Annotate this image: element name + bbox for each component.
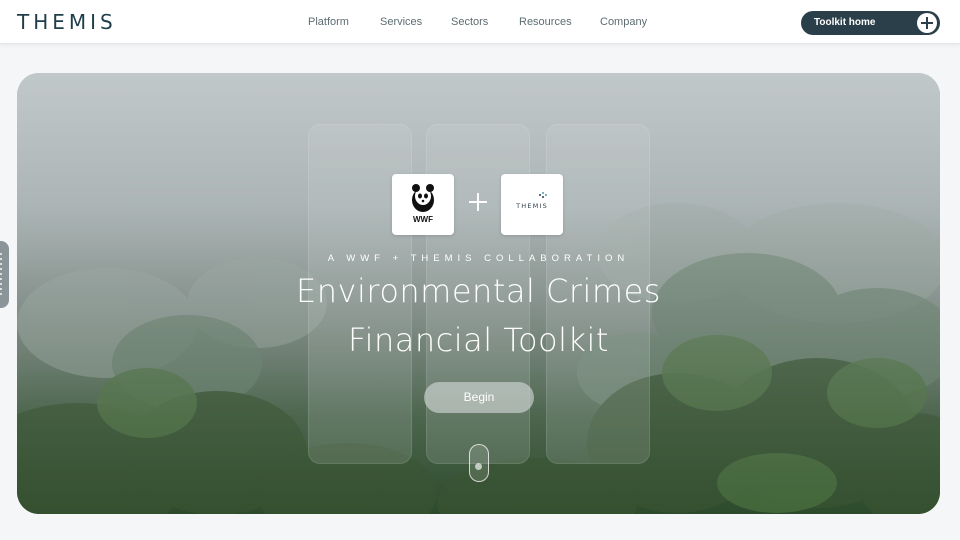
hero-title-line-1: Environmental Crimes — [296, 272, 661, 310]
scroll-dot — [475, 463, 482, 470]
begin-button[interactable]: Begin — [424, 382, 534, 413]
nav-item-sectors[interactable]: Sectors — [451, 16, 488, 28]
toolkit-home-label: Toolkit home — [814, 17, 876, 28]
nav-item-company[interactable]: Company — [600, 16, 647, 28]
hero-title-line-2: Financial Toolkit — [348, 321, 609, 359]
themis-logo-text: THEMIS — [516, 202, 548, 210]
hero-section: WWF THEMIS A WWF + THEMIS COLLABORATION … — [17, 73, 940, 514]
side-drawer-tab[interactable] — [0, 241, 9, 308]
nav-item-resources[interactable]: Resources — [519, 16, 572, 28]
toolkit-home-button[interactable]: Toolkit home — [801, 11, 940, 35]
nav-item-platform[interactable]: Platform — [308, 16, 349, 28]
plus-circle-icon — [917, 13, 937, 33]
plus-icon — [467, 191, 489, 213]
collaboration-eyebrow: A WWF + THEMIS COLLABORATION — [327, 253, 630, 264]
wwf-logo-text: WWF — [413, 215, 433, 224]
site-header: THEMIS Platform Services Sectors Resourc… — [0, 0, 960, 44]
mouse-scroll-icon[interactable] — [469, 444, 489, 482]
nav-item-services[interactable]: Services — [380, 16, 422, 28]
wwf-logo: WWF — [392, 174, 454, 235]
themis-logo: THEMIS — [501, 174, 563, 235]
panda-icon — [412, 184, 434, 212]
